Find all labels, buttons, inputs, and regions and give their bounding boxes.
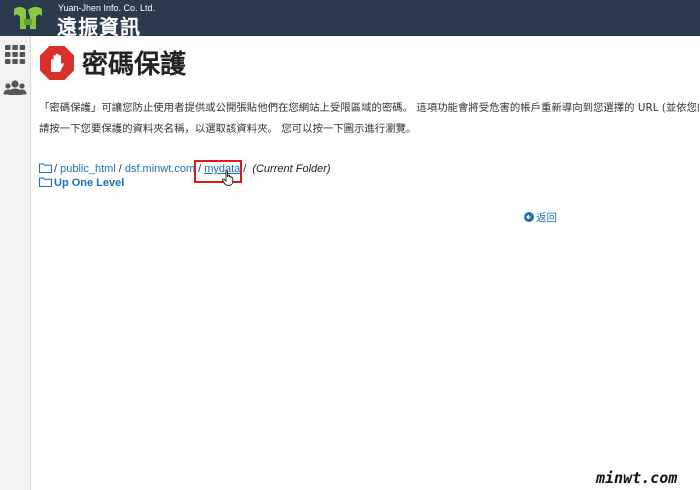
back-link[interactable]: 返回 (524, 210, 557, 225)
description-line-1: 「密碼保護」可讓您防止使用者提供或公開張貼他們在您網站上受限區域的密碼。 這項功… (39, 102, 699, 114)
watermark: minwt.com (596, 469, 678, 487)
description: 「密碼保護」可讓您防止使用者提供或公開張貼他們在您網站上受限區域的密碼。 這項功… (39, 98, 699, 140)
breadcrumb-separator: / (243, 163, 247, 175)
top-navbar: Yuan-Jhen Info. Co. Ltd. 遠振資訊 (0, 0, 700, 39)
page-title: 密碼保護 (82, 50, 187, 80)
folder-icon (39, 177, 52, 187)
arrow-left-circle-icon (524, 212, 534, 222)
breadcrumb-public-html[interactable]: public_html (60, 163, 116, 175)
brand-logo-icon (14, 6, 42, 30)
apps-grid-icon[interactable] (3, 42, 27, 66)
up-one-level-label: Up One Level (54, 177, 125, 189)
stop-hand-icon (40, 46, 74, 80)
users-icon[interactable] (3, 76, 27, 100)
breadcrumb: / public_html / dsf.minwt.com / mydata / (Curr… (39, 163, 331, 175)
up-one-level-link[interactable]: Up One Level (39, 177, 124, 189)
breadcrumb-separator: / (118, 163, 122, 175)
sidebar (0, 36, 31, 490)
description-line-2: 請按一下您要保護的資料夾名稱，以選取該資料夾。 您可以按一下圖示進行瀏覽。 (39, 123, 417, 135)
main-content: 密碼保護 「密碼保護」可讓您防止使用者提供或公開張貼他們在您網站上受限區域的密碼… (31, 36, 700, 490)
current-folder-label: (Current Folder) (252, 163, 331, 175)
back-label: 返回 (536, 212, 557, 224)
hand-cursor-icon (222, 170, 234, 186)
breadcrumb-root-separator: / (54, 163, 58, 175)
folder-icon[interactable] (39, 163, 52, 173)
breadcrumb-domain[interactable]: dsf.minwt.com (125, 163, 195, 175)
